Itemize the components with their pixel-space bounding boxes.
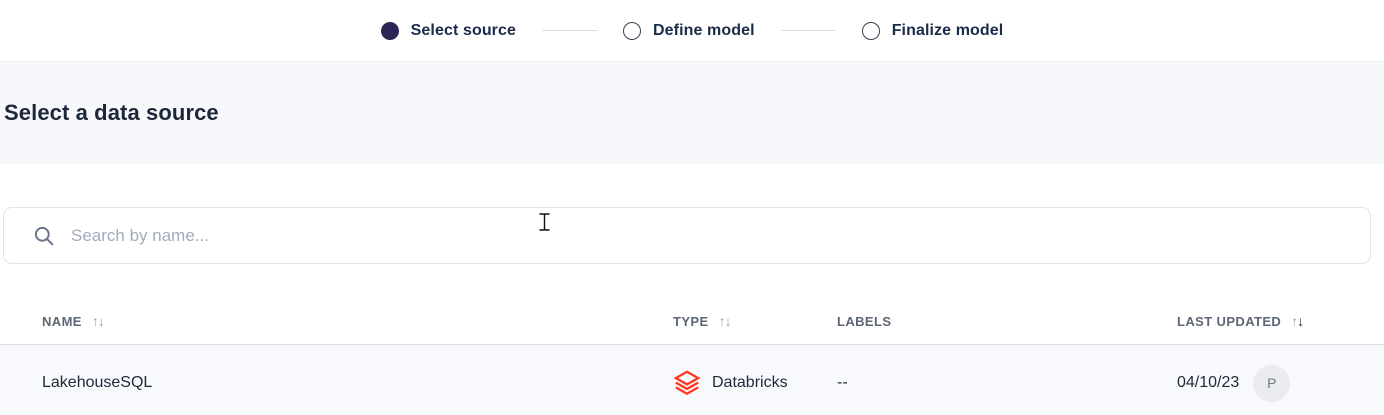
last-updated-date: 04/10/23: [1177, 374, 1240, 391]
search-box[interactable]: [3, 207, 1371, 264]
cell-name: LakehouseSQL: [42, 374, 153, 391]
sort-arrows-icon[interactable]: ↑↓: [719, 313, 732, 329]
data-sources-table: NAME ↑↓ TYPE ↑↓ LABELS LAST UPDATED ↑↓ L…: [0, 298, 1384, 415]
wizard-stepper: Select source Define model Finalize mode…: [0, 0, 1384, 62]
step-define-model[interactable]: Define model: [623, 21, 755, 40]
column-label: LAST UPDATED: [1177, 313, 1282, 329]
cell-labels: --: [837, 374, 848, 391]
step-connector-line: [780, 30, 836, 31]
step-connector-line: [542, 30, 598, 31]
step-select-source[interactable]: Select source: [380, 21, 517, 40]
column-header-type[interactable]: TYPE ↑↓: [673, 313, 837, 329]
avatar: P: [1253, 364, 1291, 402]
step-active-circle-icon: [380, 21, 399, 40]
databricks-icon: [673, 369, 701, 398]
sort-desc-active-icon: ↓: [1297, 313, 1304, 329]
column-header-name[interactable]: NAME ↑↓: [0, 313, 673, 329]
search-icon: [33, 225, 55, 247]
sort-arrows-icon[interactable]: ↑↓: [92, 313, 105, 329]
step-label: Select source: [410, 21, 517, 39]
step-inactive-circle-icon: [861, 21, 880, 40]
title-band: Select a data source: [0, 62, 1384, 164]
step-finalize-model[interactable]: Finalize model: [861, 21, 1004, 40]
cell-last-updated: 04/10/23 P: [1177, 364, 1384, 402]
cell-type: Databricks: [673, 369, 837, 398]
sort-arrows-icon[interactable]: ↑↓: [1291, 313, 1304, 329]
column-label: LABELS: [837, 313, 892, 329]
column-label: NAME: [42, 313, 82, 329]
step-label: Finalize model: [891, 21, 1004, 39]
search-input[interactable]: [71, 225, 1352, 246]
column-label: TYPE: [673, 313, 709, 329]
table-row-lakehousesql[interactable]: LakehouseSQL Databricks -- 04/10/23 P: [0, 345, 1384, 415]
column-header-labels[interactable]: LABELS: [837, 314, 1177, 329]
step-inactive-circle-icon: [623, 21, 642, 40]
step-label: Define model: [653, 21, 755, 39]
page-title: Select a data source: [4, 100, 219, 125]
column-header-last-updated[interactable]: LAST UPDATED ↑↓: [1177, 313, 1384, 329]
table-header-row: NAME ↑↓ TYPE ↑↓ LABELS LAST UPDATED ↑↓: [0, 298, 1384, 345]
type-label: Databricks: [712, 374, 788, 391]
